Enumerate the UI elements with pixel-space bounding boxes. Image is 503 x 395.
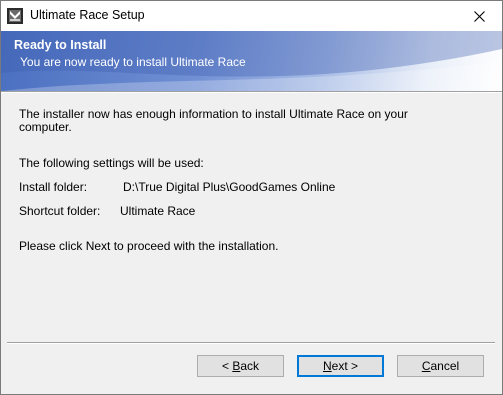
back-button-label: ack — [240, 359, 260, 373]
next-button[interactable]: Next > — [297, 355, 384, 377]
page-title: Ready to Install — [14, 38, 107, 52]
footer-divider — [7, 342, 495, 344]
next-button-mnemonic: N — [322, 359, 332, 373]
cancel-button-label: ancel — [430, 359, 460, 373]
intro-text: The installer now has enough information… — [19, 107, 408, 134]
next-button-label: ext > — [331, 359, 359, 373]
close-button[interactable] — [456, 1, 502, 31]
shortcut-folder-value: Ultimate Race — [120, 204, 196, 218]
cancel-button[interactable]: Cancel — [397, 355, 484, 377]
title-bar[interactable]: Ultimate Race Setup — [1, 1, 502, 31]
page-subtitle: You are now ready to install Ultimate Ra… — [20, 55, 246, 69]
install-folder-label: Install folder: — [19, 180, 88, 194]
proceed-text: Please click Next to proceed with the in… — [19, 239, 279, 253]
cancel-button-mnemonic: C — [421, 359, 431, 373]
header-divider — [1, 91, 502, 93]
shortcut-folder-label: Shortcut folder: — [19, 204, 101, 218]
setup-window: Ultimate Race Setup Ready to Install You… — [0, 0, 503, 395]
close-icon — [473, 10, 485, 22]
back-button[interactable]: < Back — [197, 355, 284, 377]
settings-heading: The following settings will be used: — [19, 156, 204, 170]
app-icon — [7, 8, 23, 24]
back-button-mnemonic: B — [232, 359, 241, 373]
install-folder-value: D:\True Digital Plus\GoodGames Online — [123, 180, 336, 194]
header-banner: Ready to Install You are now ready to in… — [1, 31, 502, 91]
back-button-prefix: < — [221, 359, 233, 373]
window-title: Ultimate Race Setup — [30, 8, 145, 22]
